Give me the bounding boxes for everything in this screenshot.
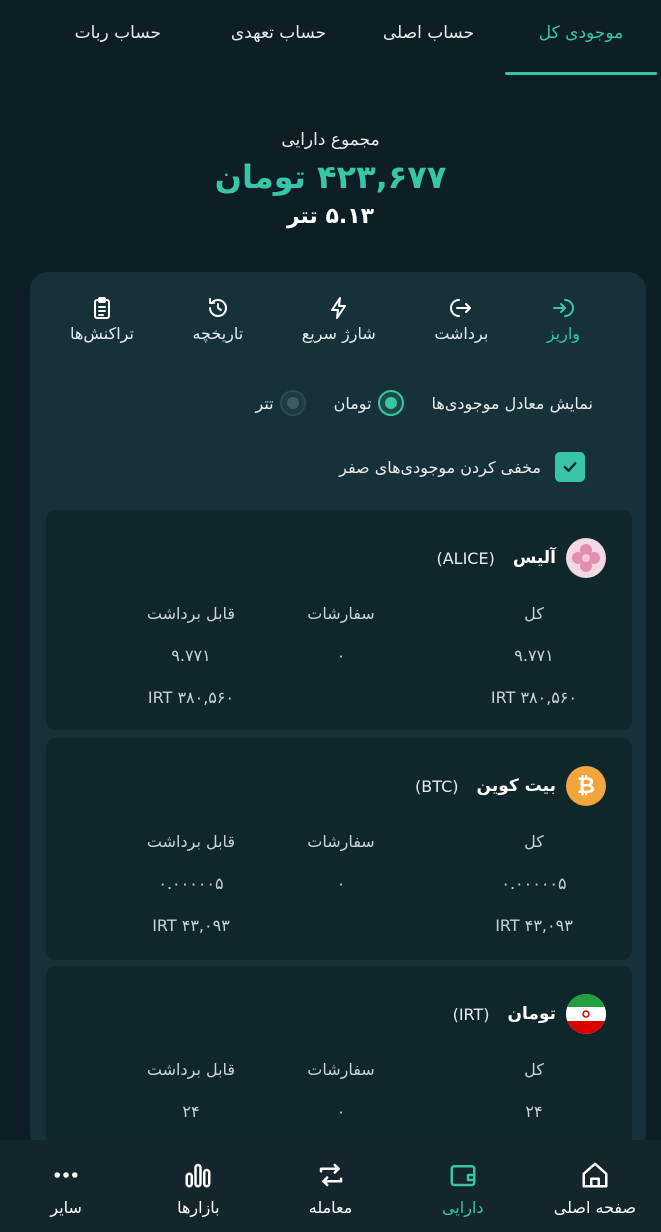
column-orders: سفارشات: [307, 831, 375, 851]
asset-balances: کل سفارشات قابل برداشت ۰.۰۰۰۰۰۵ ۰ ۰.۰۰۰۰…: [46, 820, 632, 946]
nav-more-label: سایر: [50, 1197, 82, 1217]
total-irt-value: ۴۳,۰۹۳ IRT: [495, 915, 573, 935]
account-tabs: موجودی کل حساب اصلی حساب تعهدی حساب ربات: [0, 0, 661, 75]
asset-symbol: (ALICE): [436, 548, 495, 568]
withdraw-button[interactable]: برداشت: [434, 296, 488, 356]
asset-header: تومان (IRT): [453, 994, 606, 1034]
option-tether[interactable]: تتر: [256, 390, 306, 416]
asset-symbol: (IRT): [452, 1004, 490, 1024]
asset-name: بیت کوین: [476, 776, 556, 796]
asset-balances: کل سفارشات قابل برداشت ۹.۷۷۱ ۰ ۹.۷۷۱ ۳۸۰…: [46, 592, 632, 718]
total-value: ۰.۰۰۰۰۰۵: [501, 873, 567, 893]
asset-header: آلیس (ALICE): [436, 538, 606, 578]
column-withdrawable: قابل برداشت: [146, 1059, 236, 1079]
column-withdrawable: قابل برداشت: [146, 603, 236, 623]
orders-value: ۰: [336, 873, 346, 893]
orders-value: ۰: [336, 1101, 346, 1121]
asset-balances: کل سفارشات قابل برداشت ۲۴ ۰ ۲۴: [46, 1048, 632, 1132]
more-dots-icon: [54, 1171, 78, 1178]
deposit-label: واریز: [546, 324, 580, 343]
asset-name: آلیس: [512, 548, 556, 568]
total-value: ۲۴: [525, 1101, 543, 1121]
nav-trade-label: معامله: [308, 1197, 353, 1217]
bitcoin-icon: ₿: [566, 766, 606, 806]
withdrawable-irt-value: ۴۳,۰۹۳ IRT: [152, 915, 230, 935]
display-equivalent-row: نمایش معادل موجودی‌ها تومان تتر: [256, 388, 593, 418]
option-toman[interactable]: تومان: [334, 390, 404, 416]
radio-toman[interactable]: [377, 390, 404, 416]
withdrawable-irt-value: ۳۸۰,۵۶۰ IRT: [147, 687, 235, 707]
lightning-icon: [330, 297, 346, 319]
swap-arrows-icon: [319, 1163, 342, 1186]
quick-charge-button[interactable]: شارژ سریع: [302, 296, 376, 356]
column-total: کل: [524, 1059, 544, 1079]
total-tether-value: ۵.۱۳ تتر: [286, 204, 375, 229]
nav-markets-label: بازارها: [177, 1197, 220, 1217]
nav-markets[interactable]: بازارها: [138, 1160, 258, 1217]
asset-header: ₿ بیت کوین (BTC): [415, 766, 606, 806]
tab-bot-account[interactable]: حساب ربات: [1, 0, 201, 75]
asset-summary: مجموع دارایی ۴۲۳,۶۷۷ تومان ۵.۱۳ تتر: [0, 130, 661, 229]
withdraw-label: برداشت: [434, 324, 489, 343]
hide-zero-checkbox[interactable]: [555, 452, 585, 482]
nav-more[interactable]: سایر: [6, 1160, 126, 1217]
nav-home[interactable]: صفحه اصلی: [535, 1160, 655, 1217]
nav-assets[interactable]: دارایی: [403, 1160, 523, 1217]
transactions-label: تراکنش‌ها: [70, 324, 134, 343]
asset-symbol: (BTC): [415, 776, 459, 796]
asset-card-alice[interactable]: آلیس (ALICE) کل سفارشات قابل برداشت ۹.۷۷…: [46, 510, 632, 730]
nav-assets-label: دارایی: [441, 1197, 484, 1217]
history-button[interactable]: تاریخچه: [192, 296, 243, 356]
orders-value: ۰: [336, 645, 346, 665]
asset-card-btc[interactable]: ₿ بیت کوین (BTC) کل سفارشات قابل برداشت …: [46, 738, 632, 960]
bottom-navigation: صفحه اصلی دارایی معامله بازارها سایر: [0, 1140, 661, 1232]
total-toman-value: ۴۲۳,۶۷۷ تومان: [214, 158, 447, 196]
withdrawable-value: ۲۴: [182, 1101, 200, 1121]
asset-name: تومان: [507, 1004, 556, 1024]
column-withdrawable: قابل برداشت: [146, 831, 236, 851]
column-orders: سفارشات: [307, 1059, 375, 1079]
iran-flag-icon: [566, 994, 606, 1034]
radio-tether[interactable]: [279, 390, 306, 416]
tab-margin-account[interactable]: حساب تعهدی: [201, 0, 356, 75]
transactions-button[interactable]: تراکنش‌ها: [70, 296, 134, 356]
tab-main-account[interactable]: حساب اصلی: [356, 0, 501, 75]
column-total: کل: [524, 603, 544, 623]
nav-trade[interactable]: معامله: [271, 1160, 391, 1217]
total-value: ۹.۷۷۱: [514, 645, 554, 665]
tab-total-balance[interactable]: موجودی کل: [501, 0, 661, 75]
clipboard-icon: [94, 297, 110, 319]
deposit-icon: [553, 299, 575, 317]
withdraw-icon: [450, 299, 472, 317]
total-irt-value: ۳۸۰,۵۶۰ IRT: [490, 687, 578, 707]
deposit-button[interactable]: واریز: [547, 296, 580, 356]
wallet-icon: [450, 1164, 476, 1186]
column-total: کل: [524, 831, 544, 851]
alice-flower-icon: [566, 538, 606, 578]
nav-home-label: صفحه اصلی: [553, 1197, 637, 1217]
history-label: تاریخچه: [192, 324, 244, 343]
home-icon: [582, 1162, 608, 1187]
bar-chart-icon: [185, 1163, 211, 1187]
option-tether-label: تتر: [255, 393, 274, 413]
action-bar: واریز برداشت شارژ سریع تاریخچه تراکنش‌ها: [70, 296, 580, 356]
withdrawable-value: ۹.۷۷۱: [171, 645, 211, 665]
total-assets-label: مجموع دارایی: [281, 130, 380, 150]
checkmark-icon: [563, 462, 577, 472]
hide-zero-row: مخفی کردن موجودی‌های صفر: [339, 452, 585, 482]
display-equivalent-label: نمایش معادل موجودی‌ها: [431, 393, 593, 413]
column-orders: سفارشات: [307, 603, 375, 623]
asset-card-irt[interactable]: تومان (IRT) کل سفارشات قابل برداشت ۲۴ ۰ …: [46, 966, 632, 1146]
history-icon: [208, 298, 227, 317]
quick-charge-label: شارژ سریع: [301, 324, 376, 343]
option-toman-label: تومان: [333, 393, 372, 413]
withdrawable-value: ۰.۰۰۰۰۰۵: [158, 873, 224, 893]
hide-zero-label: مخفی کردن موجودی‌های صفر: [339, 457, 541, 477]
